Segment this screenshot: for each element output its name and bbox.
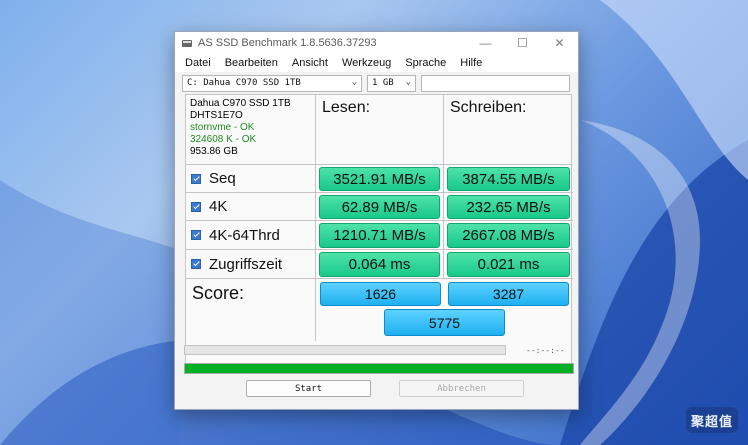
read-score: 1626	[320, 282, 441, 306]
test-label-4k-64thrd: 4K-64Thrd	[209, 226, 280, 244]
test-row-seq[interactable]: Seq	[186, 165, 316, 193]
test-row-4k-64thrd[interactable]: 4K-64Thrd	[186, 221, 316, 250]
window-title: AS SSD Benchmark 1.8.5636.37293	[198, 37, 377, 49]
app-window: AS SSD Benchmark 1.8.5636.37293 — ☐ ✕ Da…	[174, 31, 579, 410]
drive-select-value: C: Dahua C970 SSD 1TB	[187, 78, 301, 88]
total-score: 5775	[384, 309, 505, 336]
write-value-seq: 3874.55 MB/s	[447, 167, 570, 191]
test-size-value: 1 GB	[372, 78, 394, 88]
watermark-logo: 聚超值	[686, 407, 738, 433]
write-score: 3287	[448, 282, 569, 306]
test-progress-bar	[184, 345, 506, 355]
results-grid: Dahua C970 SSD 1TB DHTS1E7O stornvme - O…	[185, 94, 573, 371]
menu-ansicht[interactable]: Ansicht	[286, 57, 336, 69]
driver-status: stornvme - OK	[190, 122, 255, 133]
start-button[interactable]: Start	[246, 380, 371, 397]
read-value-4k-64thrd: 1210.71 MB/s	[319, 223, 440, 248]
drive-firmware: DHTS1E7O	[190, 110, 243, 121]
minimize-button[interactable]: —	[467, 32, 504, 54]
test-row-4k[interactable]: 4K	[186, 193, 316, 221]
extra-field[interactable]	[421, 74, 570, 92]
write-value-4k-64thrd: 2667.08 MB/s	[447, 223, 570, 248]
chevron-down-icon: ⌄	[351, 76, 357, 87]
drive-model: Dahua C970 SSD 1TB	[190, 98, 291, 109]
chevron-down-icon: ⌄	[405, 76, 411, 87]
drive-info-panel: Dahua C970 SSD 1TB DHTS1E7O stornvme - O…	[186, 95, 316, 165]
menu-bearbeiten[interactable]: Bearbeiten	[219, 57, 286, 69]
test-label-4k: 4K	[209, 198, 228, 215]
read-value-access-time: 0.064 ms	[319, 252, 440, 277]
title-bar: AS SSD Benchmark 1.8.5636.37293 — ☐ ✕	[175, 32, 578, 54]
read-header: Lesen:	[316, 95, 444, 165]
checkbox-seq[interactable]	[191, 173, 201, 184]
menu-hilfe[interactable]: Hilfe	[454, 57, 490, 69]
overall-progress-bar	[184, 363, 574, 374]
write-value-4k: 232.65 MB/s	[447, 195, 570, 219]
abort-button[interactable]: Abbrechen	[399, 380, 524, 397]
menu-bar: Datei Bearbeiten Ansicht Werkzeug Sprach…	[175, 54, 578, 72]
menu-datei[interactable]: Datei	[179, 57, 219, 69]
write-value-access-time: 0.021 ms	[447, 252, 570, 277]
toolbar: C: Dahua C970 SSD 1TB ⌄ 1 GB ⌄	[175, 72, 578, 94]
checkbox-4k[interactable]	[191, 201, 201, 212]
elapsed-time: --:--:--	[526, 346, 565, 355]
overall-progress-fill	[185, 364, 573, 373]
test-size-select[interactable]: 1 GB ⌄	[367, 74, 416, 92]
checkbox-4k-64thrd[interactable]	[191, 230, 201, 240]
checkbox-access-time[interactable]	[191, 259, 201, 269]
app-icon	[182, 40, 192, 47]
test-row-access-time[interactable]: Zugriffszeit	[186, 250, 316, 279]
menu-werkzeug[interactable]: Werkzeug	[336, 57, 399, 69]
drive-select[interactable]: C: Dahua C970 SSD 1TB ⌄	[182, 74, 362, 92]
test-label-seq: Seq	[209, 170, 236, 187]
write-header: Schreiben:	[444, 95, 573, 165]
read-value-seq: 3521.91 MB/s	[319, 167, 440, 191]
close-button[interactable]: ✕	[541, 32, 578, 54]
drive-capacity: 953.86 GB	[190, 146, 238, 157]
menu-sprache[interactable]: Sprache	[399, 57, 454, 69]
alignment-status: 324608 K - OK	[190, 134, 257, 145]
test-label-access-time: Zugriffszeit	[209, 255, 283, 273]
read-value-4k: 62.89 MB/s	[319, 195, 440, 219]
maximize-button[interactable]: ☐	[504, 32, 541, 54]
score-label: Score:	[186, 279, 316, 341]
